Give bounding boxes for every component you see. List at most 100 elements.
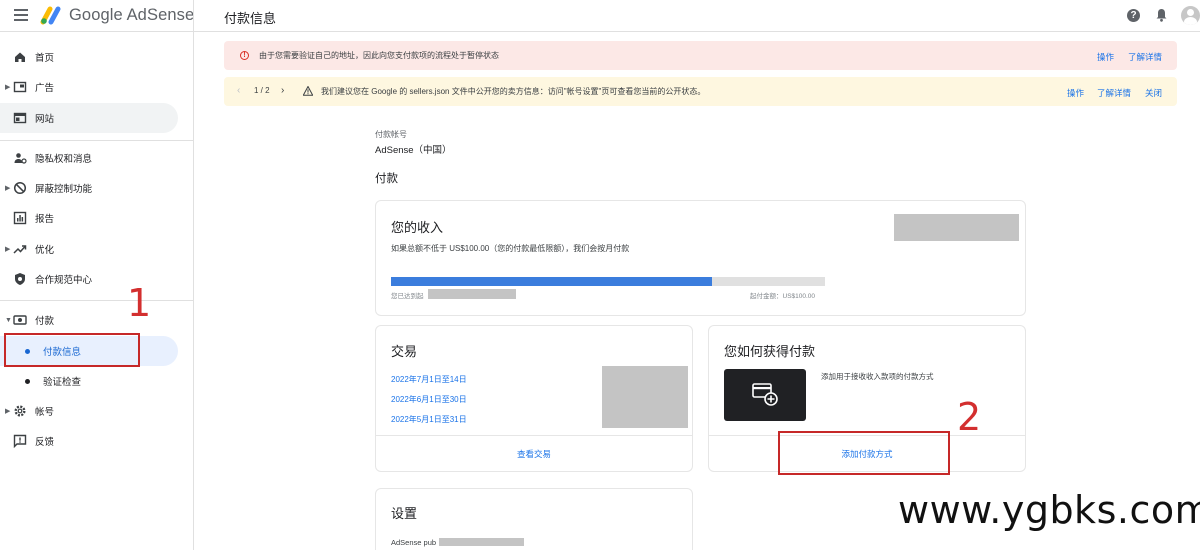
sidebar-item-label: 广告	[35, 83, 55, 94]
sidebar-item-reports[interactable]: 报告	[0, 203, 178, 233]
sidebar-divider	[0, 140, 193, 141]
privacy-icon	[14, 153, 27, 164]
sidebar-item-label: 反馈	[35, 437, 55, 448]
alert-action-link[interactable]: 操作	[1097, 51, 1114, 63]
warning-icon	[303, 86, 313, 96]
payment-method-description: 添加用于接收收入款项的付款方式	[821, 372, 934, 381]
sidebar-item-sites[interactable]: 网站	[0, 103, 178, 133]
chevron-left-icon[interactable]: ‹	[237, 85, 240, 96]
sidebar-item-label: 网站	[35, 114, 55, 125]
sidebar-item-label: 首页	[35, 53, 55, 64]
sidebar-item-label: 帐号	[35, 407, 55, 418]
progress-reached-label: 您已达到起	[391, 293, 424, 300]
sites-icon	[13, 112, 27, 124]
bell-icon[interactable]	[1155, 8, 1168, 22]
card-title: 设置	[391, 506, 418, 521]
view-transactions-link[interactable]: 查看交易	[376, 448, 692, 460]
dismiss-link[interactable]: 关闭	[1145, 87, 1162, 99]
block-icon	[13, 181, 27, 195]
add-card-icon	[752, 383, 778, 406]
expand-arrow-icon[interactable]: ▶	[5, 184, 10, 192]
card-title: 您的收入	[391, 220, 444, 235]
ads-icon	[13, 81, 27, 93]
collapse-arrow-icon[interactable]: ▼	[5, 317, 12, 324]
sidebar-item-label: 隐私权和消息	[35, 154, 93, 165]
learn-more-link[interactable]: 了解详情	[1097, 87, 1131, 99]
settings-card: 设置 AdSense pub	[375, 488, 693, 550]
menu-icon[interactable]	[14, 9, 28, 21]
redacted-balance	[894, 214, 1019, 241]
card-footer: 查看交易	[376, 435, 692, 471]
annotation-box-1	[4, 333, 140, 367]
earnings-progress-bar	[391, 277, 825, 286]
error-alert: ! 由于您需要验证自己的地址，因此向您支付款项的流程处于暂停状态 操作 了解详情	[224, 41, 1177, 70]
top-app-bar: Google AdSense 付款信息 ?	[0, 0, 1200, 32]
alert-message: 我们建议您在 Google 的 sellers.json 文件中公开您的卖方信息…	[321, 87, 706, 96]
sidebar-item-label: 合作规范中心	[35, 275, 93, 286]
sidebar-item-policy-center[interactable]: 合作规范中心	[0, 264, 178, 294]
transaction-period-link[interactable]: 2022年5月1日至31日	[391, 414, 467, 425]
redacted-chart	[602, 366, 688, 428]
sidebar-item-label: 报告	[35, 214, 55, 225]
policy-icon	[15, 273, 25, 285]
feedback-icon	[13, 434, 27, 448]
reports-icon	[13, 211, 27, 225]
watermark-text: www.ygbks.com	[898, 488, 1200, 532]
sidebar-item-account[interactable]: ▶ 帐号	[0, 396, 178, 426]
transaction-period-link[interactable]: 2022年7月1日至14日	[391, 374, 467, 385]
help-icon[interactable]: ?	[1127, 9, 1140, 22]
gear-icon	[14, 405, 26, 417]
alert-pager: 1 / 2	[254, 86, 270, 95]
expand-arrow-icon[interactable]: ▶	[5, 245, 10, 253]
redacted-publisher-id	[439, 538, 524, 546]
payments-icon	[13, 315, 27, 325]
chevron-right-icon[interactable]: ›	[281, 85, 284, 96]
sidebar: 首页 ▶ 广告 网站 隐私权和消息 ▶ 屏蔽控制功能 报告 ▶ 优化 合作规范中…	[0, 32, 194, 550]
learn-more-link[interactable]: 了解详情	[1128, 51, 1162, 63]
expand-arrow-icon[interactable]: ▶	[5, 83, 10, 91]
bullet-icon	[25, 378, 30, 384]
card-title: 您如何获得付款	[724, 344, 816, 359]
sidebar-item-label: 优化	[35, 245, 55, 256]
redacted-amount	[428, 289, 516, 299]
alert-action-link[interactable]: 操作	[1067, 87, 1084, 99]
avatar[interactable]	[1181, 6, 1200, 25]
topbar-divider	[193, 0, 194, 32]
annotation-number-1: 1	[127, 281, 152, 325]
earnings-card: 您的收入 如果总额不低于 US$100.00（您的付款最低限额），我们会按月付款…	[375, 200, 1026, 316]
transactions-card: 交易 2022年7月1日至14日 2022年6月1日至30日 2022年5月1日…	[375, 325, 693, 472]
publisher-id-label: AdSense pub	[391, 538, 437, 547]
card-title: 交易	[391, 344, 418, 359]
sidebar-item-blocking[interactable]: ▶ 屏蔽控制功能	[0, 173, 178, 203]
earnings-progress-fill	[391, 277, 713, 286]
sidebar-item-label: 屏蔽控制功能	[35, 184, 93, 195]
sidebar-item-label: 付款	[35, 316, 55, 327]
sidebar-item-verification[interactable]: 验证检查	[0, 366, 178, 396]
payment-method-illustration	[724, 369, 806, 421]
payment-account-value: AdSense（中国）	[375, 145, 452, 156]
sidebar-item-optimize[interactable]: ▶ 优化	[0, 234, 178, 264]
sidebar-divider	[0, 300, 193, 301]
payments-section-heading: 付款	[375, 173, 398, 185]
alert-message: 由于您需要验证自己的地址，因此向您支付款项的流程处于暂停状态	[259, 51, 499, 60]
sidebar-item-ads[interactable]: ▶ 广告	[0, 72, 178, 102]
sidebar-item-home[interactable]: 首页	[0, 42, 178, 72]
sidebar-item-feedback[interactable]: 反馈	[0, 426, 178, 456]
brand-name[interactable]: Google AdSense	[69, 6, 194, 25]
transaction-period-link[interactable]: 2022年6月1日至30日	[391, 394, 467, 405]
optimize-icon	[13, 245, 27, 254]
sidebar-item-payments[interactable]: ▼ 付款	[0, 305, 178, 335]
payment-account-label: 付款帐号	[375, 130, 407, 139]
page-title: 付款信息	[224, 11, 277, 26]
error-icon: !	[240, 51, 249, 60]
progress-threshold-label: 起付金额：US$100.00	[750, 293, 816, 300]
warning-alert: ‹ 1 / 2 › 我们建议您在 Google 的 sellers.json 文…	[224, 77, 1177, 106]
sidebar-item-privacy[interactable]: 隐私权和消息	[0, 143, 178, 173]
expand-arrow-icon[interactable]: ▶	[5, 407, 10, 415]
home-icon	[15, 52, 25, 62]
sidebar-item-label: 验证检查	[43, 377, 82, 388]
adsense-logo-icon	[40, 6, 61, 25]
earnings-description: 如果总额不低于 US$100.00（您的付款最低限额），我们会按月付款	[391, 244, 630, 253]
annotation-number-2: 2	[957, 395, 982, 439]
annotation-box-2	[778, 431, 950, 475]
